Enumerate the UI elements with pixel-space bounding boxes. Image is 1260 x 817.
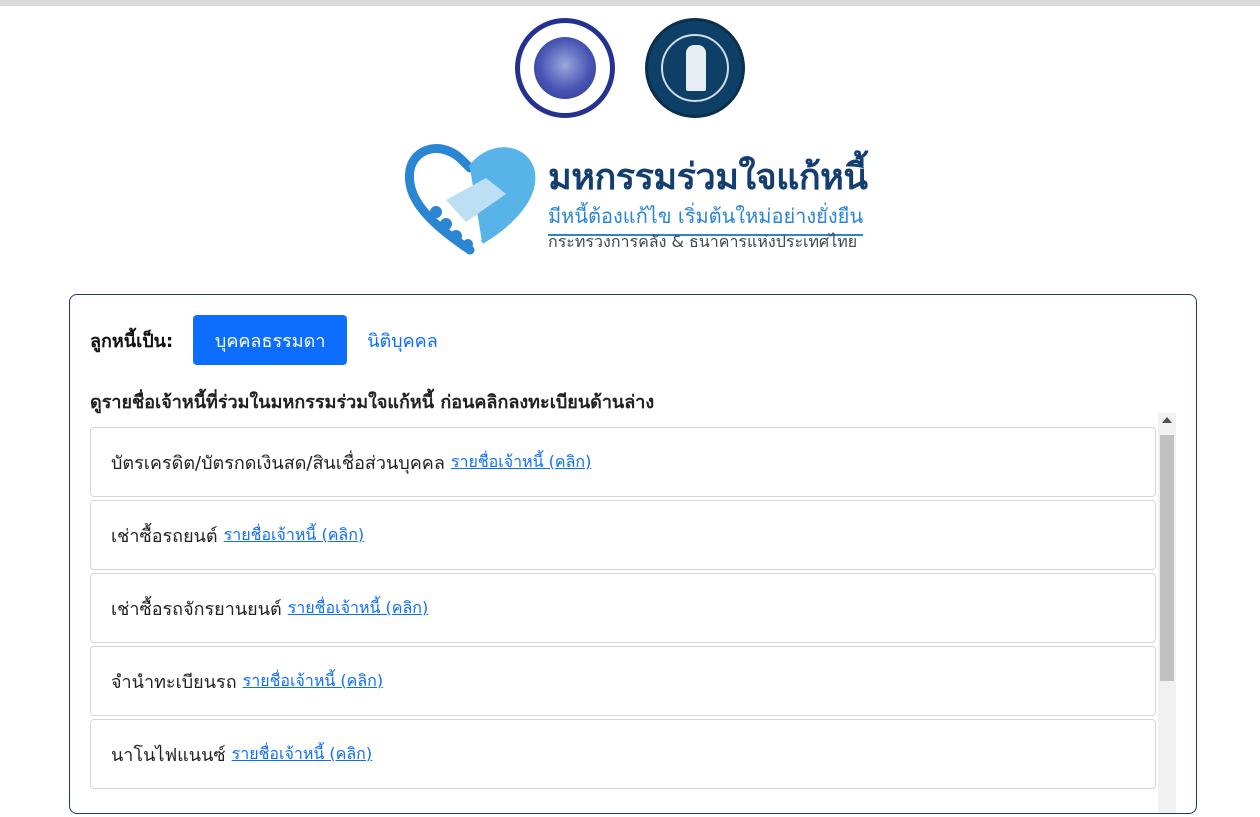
individual-button[interactable]: บุคคลธรรมดา [193,315,348,365]
ministry-of-finance-seal-icon [515,18,615,118]
scrollbar-thumb[interactable] [1160,435,1174,681]
category-name: นาโนไฟแนนซ์ [111,744,226,766]
category-name: บัตรเครดิต/บัตรกดเงินสด/สินเชื่อส่วนบุคค… [111,452,445,474]
category-name: จำนำทะเบียนรถ [111,671,237,693]
debtor-type-label: ลูกหนี้เป็น: [90,330,174,352]
creditor-list-link[interactable]: รายชื่อเจ้าหนี้ (คลิก) [288,596,429,621]
registration-card: ลูกหนี้เป็น: บุคคลธรรมดา นิติบุคคล ดูราย… [69,294,1197,814]
creditor-category-list: บัตรเครดิต/บัตรกดเงินสด/สินเชื่อส่วนบุคค… [90,427,1158,817]
debtor-type-selector: ลูกหนี้เป็น: บุคคลธรรมดา นิติบุคคล [90,315,448,365]
instruction-text: ดูรายชื่อเจ้าหนี้ที่ร่วมในมหกรรมร่วมใจแก… [90,392,655,413]
creditor-list-link[interactable]: รายชื่อเจ้าหนี้ (คลิก) [224,523,365,548]
category-name: เช่าซื้อรถจักรยานยนต์ [111,598,282,620]
list-item: จำนำทะเบียนรถ รายชื่อเจ้าหนี้ (คลิก) [90,646,1156,716]
scroll-up-arrow-icon[interactable] [1162,417,1172,423]
creditor-list-link[interactable]: รายชื่อเจ้าหนี้ (คลิก) [243,669,384,694]
creditor-list-link[interactable]: รายชื่อเจ้าหนี้ (คลิก) [451,450,592,475]
handshake-heart-icon [404,144,536,255]
campaign-logo: มหกรรมร่วมใจแก้หนี้ มีหนี้ต้องแก้ไข เริ่… [402,138,868,260]
list-item: เช่าซื้อรถจักรยานยนต์ รายชื่อเจ้าหนี้ (ค… [90,573,1156,643]
campaign-title: มหกรรมร่วมใจแก้หนี้ [548,157,868,198]
list-item: นาโนไฟแนนซ์ รายชื่อเจ้าหนี้ (คลิก) [90,719,1156,789]
campaign-organizers: กระทรวงการคลัง & ธนาคารแห่งประเทศไทย [548,232,858,251]
list-scrollbar[interactable] [1158,413,1176,813]
browser-top-edge [0,0,1260,6]
category-name: เช่าซื้อรถยนต์ [111,525,218,547]
bank-of-thailand-seal-icon [645,18,745,118]
list-item: เช่าซื้อรถยนต์ รายชื่อเจ้าหนี้ (คลิก) [90,500,1156,570]
list-item: บัตรเครดิต/บัตรกดเงินสด/สินเชื่อส่วนบุคค… [90,427,1156,497]
juristic-person-button[interactable]: นิติบุคคล [357,315,448,365]
creditor-list-link[interactable]: รายชื่อเจ้าหนี้ (คลิก) [232,742,373,767]
logo-row [0,18,1260,118]
